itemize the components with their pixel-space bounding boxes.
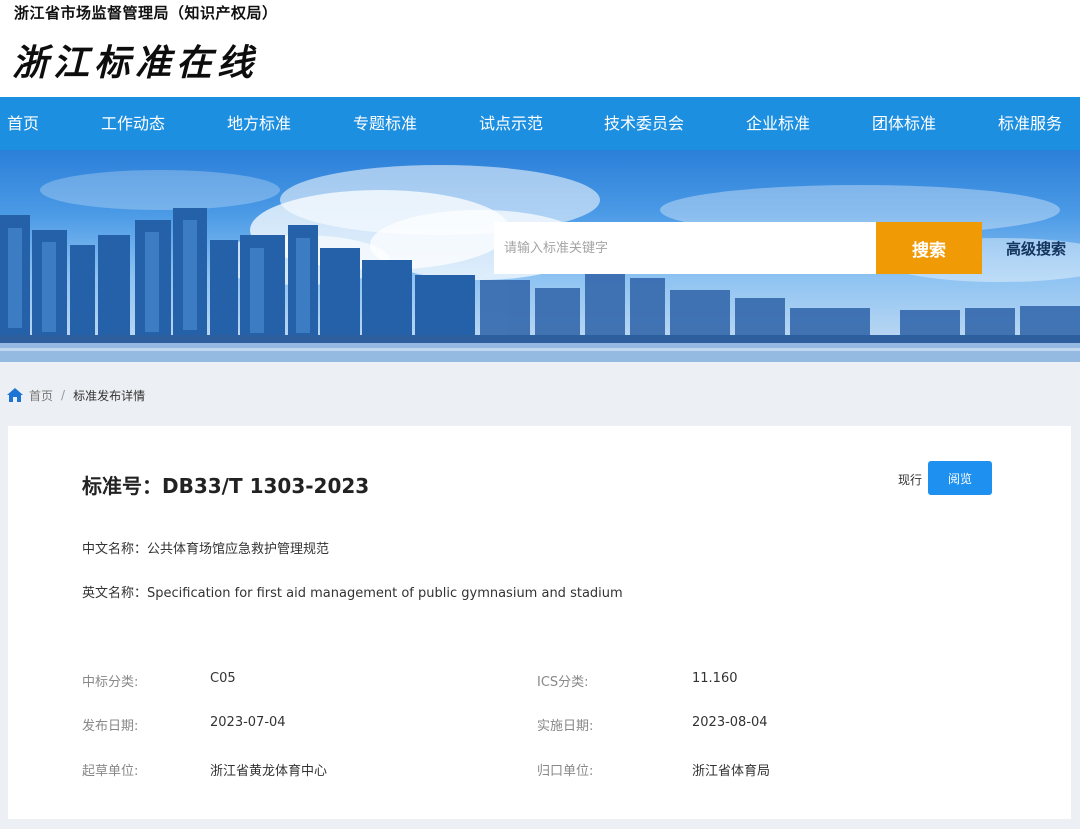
- search-input[interactable]: [494, 222, 876, 274]
- nav-item-home[interactable]: 首页: [7, 97, 39, 150]
- publish-date-value: 2023-07-04: [210, 715, 286, 730]
- breadcrumb: 首页 / 标准发布详情: [7, 386, 145, 404]
- ccs-label: 中标分类:: [82, 675, 139, 690]
- nav-item-local-standards[interactable]: 地方标准: [227, 97, 291, 150]
- site-header: 浙江省市场监督管理局（知识产权局） 浙江标准在线: [0, 0, 1080, 97]
- main-nav: 首页 工作动态 地方标准 专题标准 试点示范 技术委员会 企业标准 团体标准 标…: [0, 97, 1080, 150]
- english-name-row: 英文名称：Specification for first aid managem…: [82, 582, 623, 601]
- nav-item-topic-standards[interactable]: 专题标准: [353, 97, 417, 150]
- chinese-name-row: 中文名称：公共体育场馆应急救护管理规范: [82, 538, 329, 557]
- home-icon[interactable]: [7, 388, 23, 402]
- standard-number: 标准号：DB33/T 1303-2023: [82, 474, 370, 498]
- nav-item-tech-committee[interactable]: 技术委员会: [604, 97, 684, 150]
- ics-label: ICS分类:: [537, 675, 589, 690]
- advanced-search-link[interactable]: 高级搜索: [1006, 238, 1066, 259]
- standard-detail-card: 标准号：DB33/T 1303-2023 现行 阅览 中文名称：公共体育场馆应急…: [8, 426, 1071, 819]
- breadcrumb-separator: /: [61, 388, 66, 402]
- nav-item-pilot-demo[interactable]: 试点示范: [479, 97, 543, 150]
- authority-label: 归口单位:: [537, 764, 594, 779]
- breadcrumb-home[interactable]: 首页: [29, 387, 53, 404]
- implement-date-value: 2023-08-04: [692, 715, 768, 730]
- nav-item-enterprise-standards[interactable]: 企业标准: [746, 97, 810, 150]
- drafter-value: 浙江省黄龙体育中心: [210, 764, 328, 779]
- publish-date-label: 发布日期:: [82, 719, 139, 734]
- hero-banner: 搜索 高级搜索: [0, 150, 1080, 362]
- nav-item-work-news[interactable]: 工作动态: [101, 97, 165, 150]
- english-name-value: Specification for first aid management o…: [147, 586, 623, 601]
- chinese-name-label: 中文名称：: [82, 542, 148, 557]
- implement-date-label: 实施日期:: [537, 719, 594, 734]
- drafter-label: 起草单位:: [82, 764, 139, 779]
- breadcrumb-current: 标准发布详情: [73, 388, 146, 403]
- site-title[interactable]: 浙江标准在线: [12, 34, 258, 86]
- ics-value: 11.160: [692, 671, 738, 686]
- search-button[interactable]: 搜索: [876, 222, 982, 274]
- ccs-value: C05: [210, 671, 236, 686]
- authority-value: 浙江省体育局: [692, 764, 771, 779]
- english-name-label: 英文名称：: [82, 586, 148, 601]
- org-name: 浙江省市场监督管理局（知识产权局）: [14, 4, 278, 22]
- nav-item-group-standards[interactable]: 团体标准: [872, 97, 936, 150]
- view-button[interactable]: 阅览: [928, 461, 992, 495]
- status-badge: 现行: [898, 473, 923, 487]
- nav-item-standard-services[interactable]: 标准服务: [998, 97, 1062, 150]
- chinese-name-value: 公共体育场馆应急救护管理规范: [147, 542, 330, 557]
